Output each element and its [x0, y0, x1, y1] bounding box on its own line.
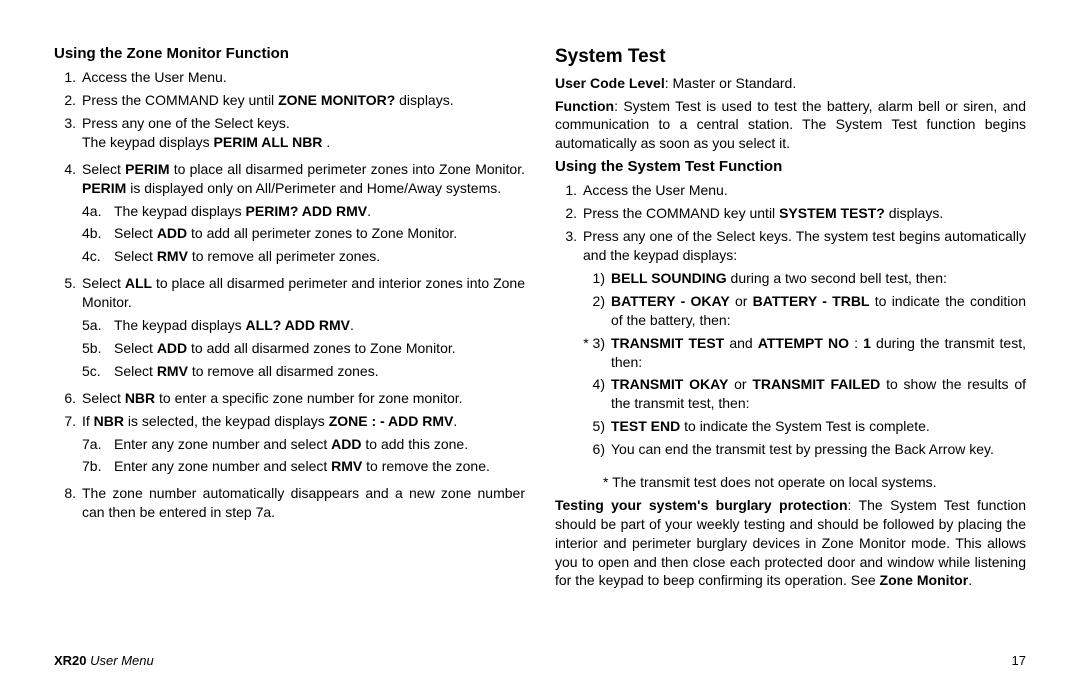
step-6: 6. Select NBR to enter a specific zone n…: [54, 389, 525, 408]
st-sub-6: 6) You can end the transmit test by pres…: [583, 440, 1026, 459]
step-8: 8. The zone number automatically disappe…: [54, 484, 525, 522]
function-description: Function: System Test is used to test th…: [555, 97, 1026, 154]
step-3: 3. Press any one of the Select keys. The…: [54, 114, 525, 156]
manual-name: XR20: [54, 653, 87, 668]
st-sub-4: 4) TRANSMIT OKAY or TRANSMIT FAILED to s…: [583, 375, 1026, 413]
st-step-3: 3. Press any one of the Select keys. The…: [555, 227, 1026, 265]
system-test-heading: System Test: [555, 44, 1026, 70]
section-name: User Menu: [87, 653, 154, 668]
st-sub-5: 5) TEST END to indicate the System Test …: [583, 417, 1026, 436]
transmit-note: * The transmit test does not operate on …: [555, 473, 1026, 492]
st-sub-2: 2) BATTERY - OKAY or BATTERY - TRBL to i…: [583, 292, 1026, 330]
zone-monitor-heading: Using the Zone Monitor Function: [54, 44, 525, 64]
step-5: 5. Select ALL to place all disarmed peri…: [54, 274, 525, 384]
step-2: 2. Press the COMMAND key until ZONE MONI…: [54, 91, 525, 110]
step-1: 1. Access the User Menu.: [54, 68, 525, 87]
st-step-2: 2. Press the COMMAND key until SYSTEM TE…: [555, 204, 1026, 223]
st-step-1: 1.Access the User Menu.: [555, 181, 1026, 200]
user-code-level: User Code Level: Master or Standard.: [555, 74, 1026, 93]
using-system-test-heading: Using the System Test Function: [555, 157, 1026, 177]
page-number: 17: [1012, 653, 1026, 668]
left-column: Using the Zone Monitor Function 1. Acces…: [54, 44, 525, 594]
st-sub-1: 1) BELL SOUNDING during a two second bel…: [583, 269, 1026, 288]
testing-burglary-protection: Testing your system's burglary protectio…: [555, 496, 1026, 590]
page-footer: XR20 User Menu 17: [54, 653, 1026, 668]
step-4: 4. Select PERIM to place all disarmed pe…: [54, 160, 525, 270]
step-7: 7. If NBR is selected, the keypad displa…: [54, 412, 525, 481]
right-column: System Test User Code Level: Master or S…: [555, 44, 1026, 594]
st-sub-3: * 3) TRANSMIT TEST and ATTEMPT NO : 1 du…: [583, 334, 1026, 372]
